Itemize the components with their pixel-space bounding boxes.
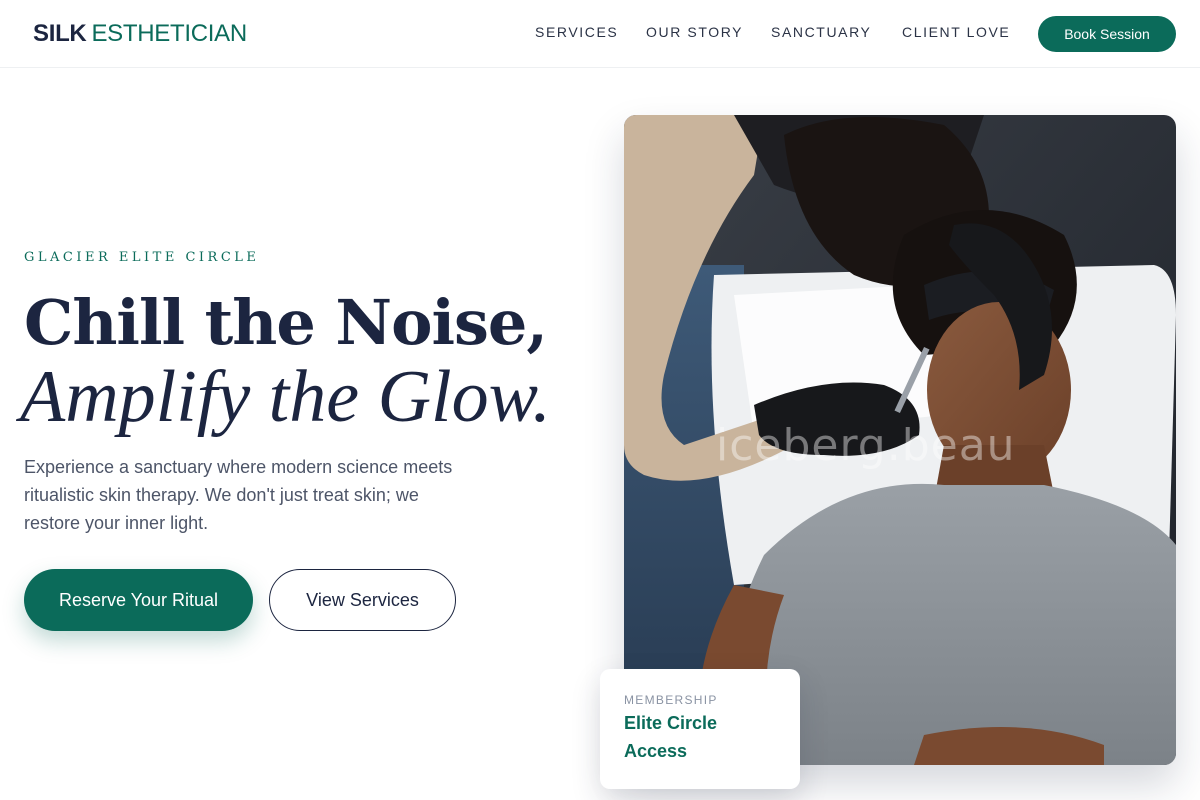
nav-link-client-love[interactable]: CLIENT LOVE	[902, 24, 1010, 44]
hero-headline-line1: Chill the Noise,	[24, 286, 548, 359]
nav-link-services[interactable]: SERVICES	[535, 24, 618, 44]
book-session-button[interactable]: Book Session	[1038, 16, 1176, 52]
membership-label: MEMBERSHIP	[624, 693, 718, 707]
hero-eyebrow: GLACIER ELITE CIRCLE	[24, 250, 260, 265]
nav-link-sanctuary[interactable]: SANCTUARY	[771, 24, 872, 44]
membership-title: Elite Circle Access	[624, 713, 718, 761]
brand-name-primary: SILK	[33, 20, 87, 47]
brand-logo[interactable]: SILK ESTHETICIAN	[33, 19, 247, 49]
view-services-button[interactable]: View Services	[269, 569, 456, 631]
reserve-ritual-button[interactable]: Reserve Your Ritual	[24, 569, 253, 631]
hero-photo: iceberg.beau	[624, 115, 1176, 765]
nav-link-our-story[interactable]: OUR STORY	[646, 24, 743, 44]
image-watermark: iceberg.beau	[716, 420, 1016, 471]
membership-card[interactable]: MEMBERSHIP Elite Circle Access	[600, 669, 800, 789]
brand-name-secondary: ESTHETICIAN	[91, 20, 247, 47]
site-header: SILK ESTHETICIAN SERVICES OUR STORY SANCT…	[0, 0, 1200, 68]
hero-headline-line2: Amplify the Glow.	[20, 356, 551, 438]
hero-description: Experience a sanctuary where modern scie…	[24, 457, 453, 533]
